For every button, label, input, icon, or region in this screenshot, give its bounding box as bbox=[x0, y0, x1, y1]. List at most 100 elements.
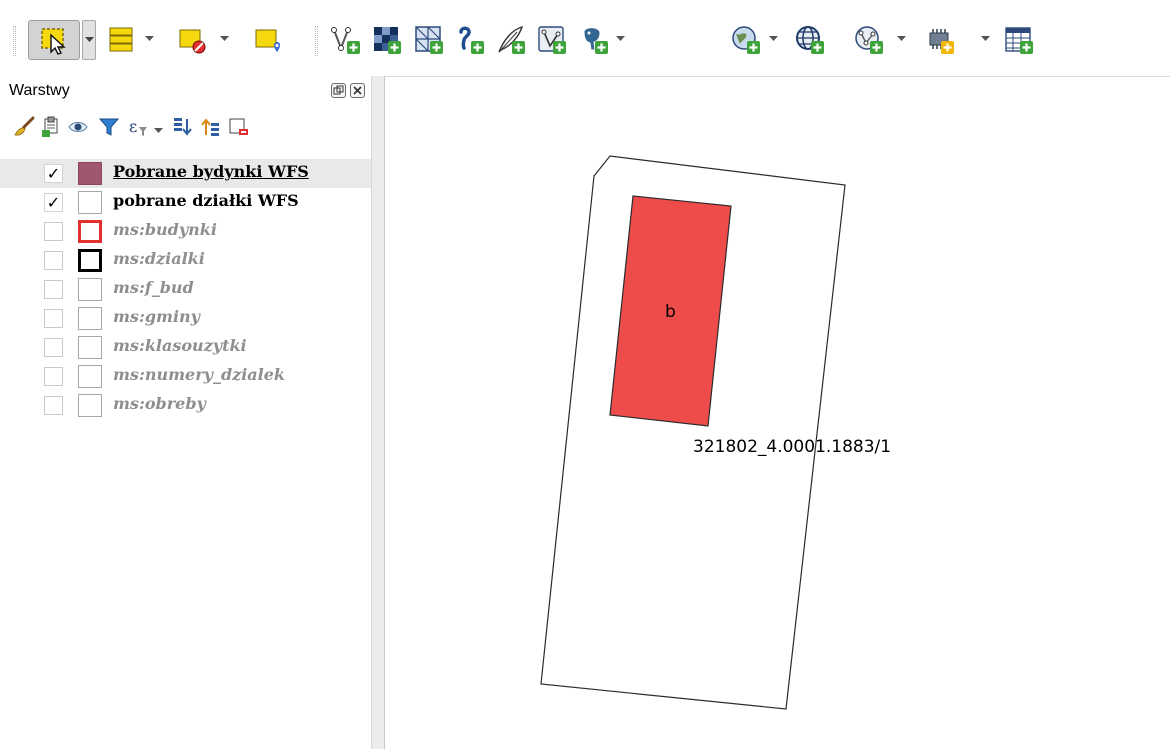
add-wfs-button[interactable] bbox=[792, 20, 828, 60]
layer-visibility-checkbox[interactable] bbox=[44, 396, 63, 415]
layer-symbol-swatch bbox=[78, 220, 102, 243]
layer-symbol-swatch bbox=[78, 394, 102, 417]
attribute-table-select-button[interactable] bbox=[103, 20, 139, 60]
layer-row[interactable]: ms:budynki bbox=[0, 217, 371, 246]
layer-label: pobrane działki WFS bbox=[113, 191, 299, 210]
identify-location-icon bbox=[252, 24, 284, 56]
add-wcs-button[interactable] bbox=[851, 20, 887, 60]
add-delimited-text-icon bbox=[454, 24, 486, 56]
select-features-button[interactable] bbox=[28, 20, 80, 60]
layer-row[interactable]: ms:klasouzytki bbox=[0, 333, 371, 362]
add-wfs-icon bbox=[794, 24, 826, 56]
collapse-all-icon bbox=[199, 115, 223, 143]
filter-expression-icon: ε bbox=[126, 115, 150, 143]
layer-tree: ✓ Pobrane bydynki WFS ✓ pobrane działki WFS… bbox=[0, 159, 371, 420]
filter-legend-button[interactable] bbox=[96, 116, 122, 142]
open-attribute-table-button[interactable] bbox=[1001, 20, 1037, 60]
deselect-dropdown[interactable] bbox=[218, 32, 230, 46]
layer-label: ms:klasouzytki bbox=[113, 336, 247, 355]
attribute-select-dropdown[interactable] bbox=[143, 32, 155, 46]
layer-label: ms:f_bud bbox=[113, 278, 194, 297]
toolbar-grip-2[interactable] bbox=[314, 26, 319, 56]
layer-visibility-checkbox[interactable] bbox=[44, 367, 63, 386]
expand-all-icon bbox=[170, 115, 194, 143]
add-delimited-text-button[interactable] bbox=[452, 20, 488, 60]
layer-visibility-checkbox[interactable] bbox=[44, 309, 63, 328]
layer-symbol-swatch bbox=[78, 307, 102, 330]
add-raster-layer-button[interactable] bbox=[369, 20, 405, 60]
add-virtual-layer-icon bbox=[924, 24, 956, 56]
layer-label: ms:budynki bbox=[113, 220, 217, 239]
add-postgis-button[interactable] bbox=[576, 20, 612, 60]
virtual-layer-dropdown[interactable] bbox=[979, 32, 991, 46]
layers-panel: Warstwy ε ✓ Pobrane bydynki WFS ✓ pobran… bbox=[0, 76, 371, 749]
layer-row[interactable]: ms:numery_dzialek bbox=[0, 362, 371, 391]
layer-visibility-checkbox[interactable] bbox=[44, 222, 63, 241]
layer-visibility-checkbox[interactable] bbox=[44, 338, 63, 357]
postgis-dropdown[interactable] bbox=[614, 32, 626, 46]
panel-title: Warstwy bbox=[9, 82, 70, 99]
select-features-dropdown[interactable] bbox=[82, 20, 96, 60]
layer-symbol-swatch bbox=[78, 162, 102, 185]
filter-expression-button[interactable]: ε bbox=[125, 116, 151, 142]
close-icon bbox=[352, 81, 363, 100]
open-attribute-table-icon bbox=[1003, 24, 1035, 56]
add-group-button[interactable] bbox=[38, 116, 64, 142]
svg-text:ε: ε bbox=[129, 117, 137, 136]
layer-row[interactable]: ✓ pobrane działki WFS bbox=[0, 188, 371, 217]
toolbar-grip[interactable] bbox=[12, 26, 17, 56]
wcs-dropdown[interactable] bbox=[895, 32, 907, 46]
layers-panel-toolbar: ε bbox=[0, 112, 371, 146]
layer-row[interactable]: ✓ Pobrane bydynki WFS bbox=[0, 159, 371, 188]
float-icon bbox=[333, 81, 344, 100]
new-vector-layer-icon bbox=[330, 24, 362, 56]
attribute-table-select-icon bbox=[105, 24, 137, 56]
identify-location-button[interactable] bbox=[250, 20, 286, 60]
add-mesh-layer-button[interactable] bbox=[411, 20, 447, 60]
styling-button[interactable] bbox=[11, 116, 37, 142]
layer-label: ms:numery_dzialek bbox=[113, 365, 286, 384]
layer-visibility-checkbox[interactable]: ✓ bbox=[44, 193, 63, 212]
add-wcs-icon bbox=[853, 24, 885, 56]
qgis-window: Warstwy ε ✓ Pobrane bydynki WFS ✓ pobran… bbox=[0, 0, 1170, 749]
layer-label: Pobrane bydynki WFS bbox=[113, 162, 309, 181]
new-vector-layer-button[interactable] bbox=[328, 20, 364, 60]
manage-visibility-button[interactable] bbox=[66, 116, 92, 142]
toolbar bbox=[0, 0, 1170, 76]
remove-layer-icon bbox=[226, 115, 250, 143]
add-wms-icon bbox=[730, 24, 762, 56]
layer-visibility-checkbox[interactable] bbox=[44, 280, 63, 299]
add-wms-button[interactable] bbox=[728, 20, 764, 60]
layer-label: ms:gminy bbox=[113, 307, 200, 326]
collapse-all-button[interactable] bbox=[198, 116, 224, 142]
layer-row[interactable]: ms:gminy bbox=[0, 304, 371, 333]
add-spatialite-button[interactable] bbox=[534, 20, 570, 60]
filter-expression-dropdown[interactable] bbox=[152, 124, 164, 138]
layer-row[interactable]: ms:obreby bbox=[0, 391, 371, 420]
add-group-icon bbox=[39, 115, 63, 143]
layer-row[interactable]: ms:dzialki bbox=[0, 246, 371, 275]
layer-symbol-swatch bbox=[78, 249, 102, 272]
add-spatialite-icon bbox=[536, 24, 568, 56]
manage-visibility-icon bbox=[67, 115, 91, 143]
map-canvas[interactable]: b 321802_4.0001.1883/1 bbox=[385, 76, 1170, 749]
wms-dropdown[interactable] bbox=[767, 32, 779, 46]
panel-splitter[interactable] bbox=[371, 76, 385, 749]
close-panel-button[interactable] bbox=[350, 83, 365, 98]
add-mesh-layer-icon bbox=[413, 24, 445, 56]
add-postgis-icon bbox=[578, 24, 610, 56]
layer-symbol-swatch bbox=[78, 365, 102, 388]
layer-visibility-checkbox[interactable]: ✓ bbox=[44, 164, 63, 183]
building-label: b bbox=[665, 302, 676, 322]
new-shapefile-button[interactable] bbox=[493, 20, 529, 60]
expand-all-button[interactable] bbox=[169, 116, 195, 142]
layer-label: ms:dzialki bbox=[113, 249, 205, 268]
remove-layer-button[interactable] bbox=[225, 116, 251, 142]
add-virtual-layer-button[interactable] bbox=[922, 20, 958, 60]
float-panel-button[interactable] bbox=[331, 83, 346, 98]
deselect-features-button[interactable] bbox=[174, 20, 210, 60]
layer-symbol-swatch bbox=[78, 278, 102, 301]
layer-visibility-checkbox[interactable] bbox=[44, 251, 63, 270]
select-features-icon bbox=[38, 24, 70, 56]
layer-row[interactable]: ms:f_bud bbox=[0, 275, 371, 304]
